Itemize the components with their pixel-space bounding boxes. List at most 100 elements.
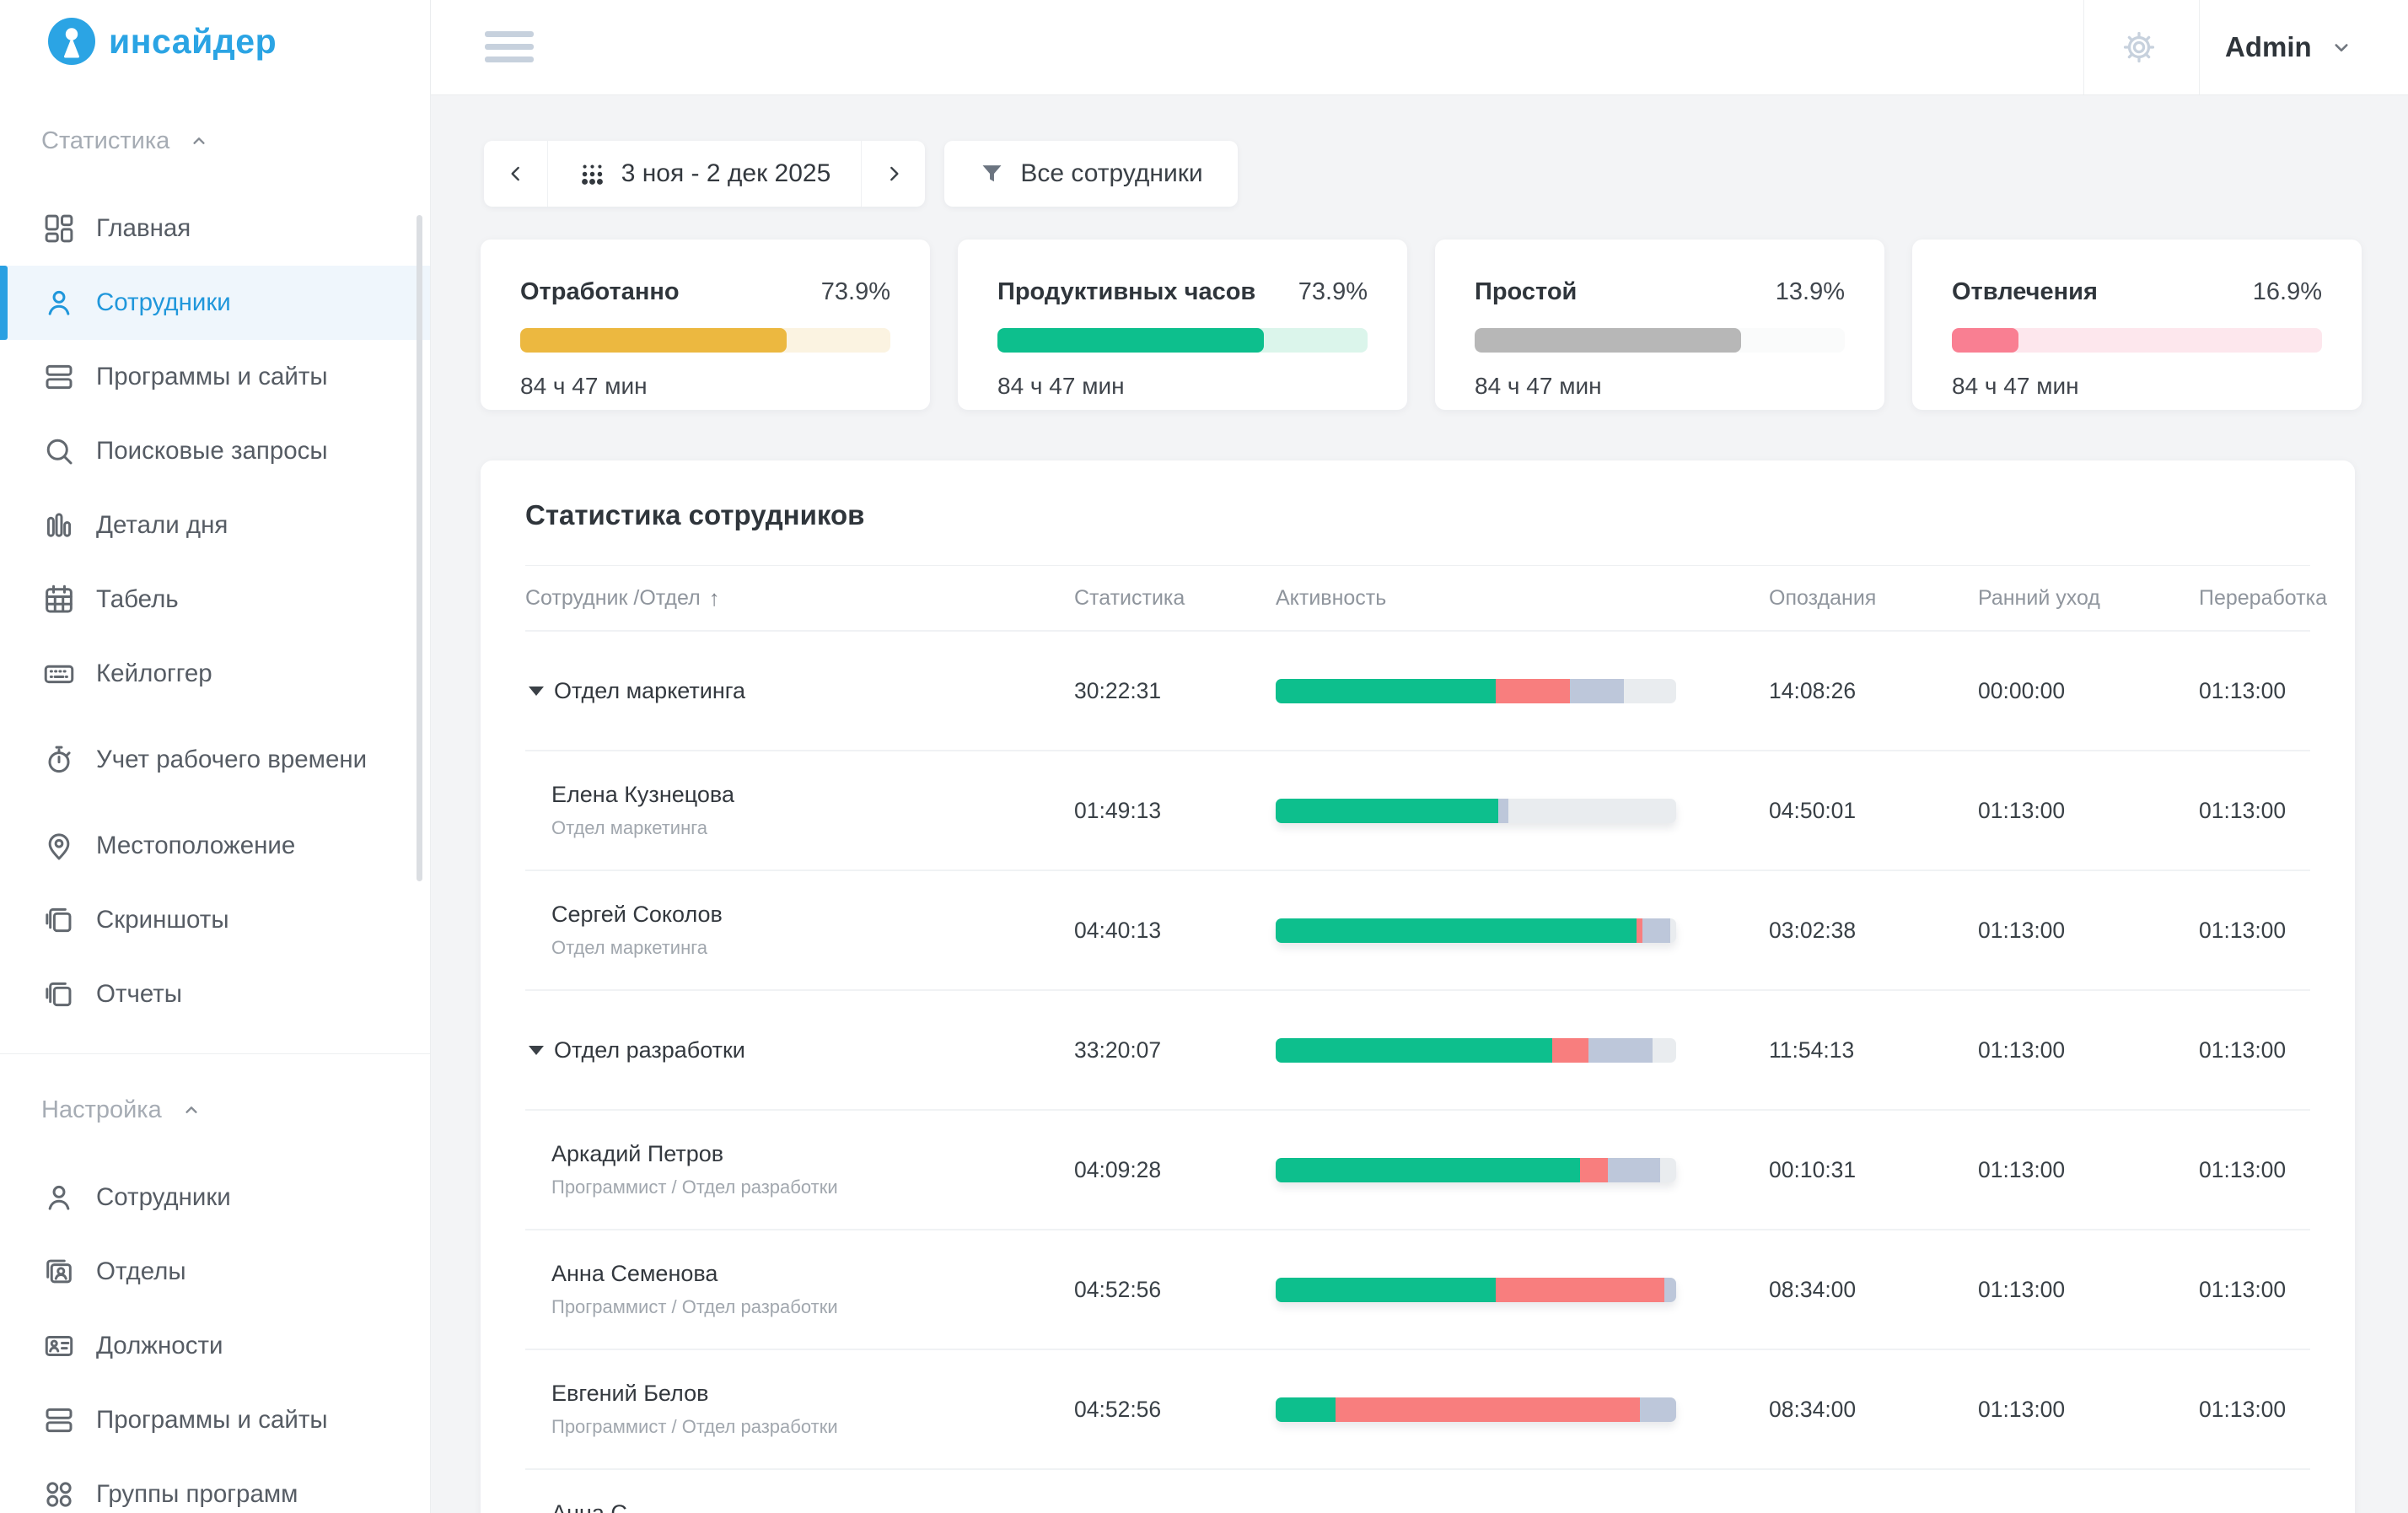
activity-bar [1276, 799, 1676, 823]
activity-bar [1276, 918, 1676, 943]
late-time: 03:02:38 [1769, 918, 1978, 944]
sidebar-item-отчеты[interactable]: Отчеты [0, 957, 430, 1031]
column-header-4: Ранний уход [1978, 586, 2199, 611]
table-header-row: Сотрудник /Отдел↑СтатистикаАктивностьОпо… [525, 565, 2310, 630]
filter-funnel-icon [979, 161, 1005, 187]
column-header-1: Статистика [1074, 586, 1276, 611]
chevron-up-icon [180, 1099, 202, 1121]
employee-row[interactable]: Аркадий ПетровПрограммист / Отдел разраб… [525, 1109, 2310, 1229]
sidebar-item-label: Отделы [96, 1257, 186, 1287]
column-header-0[interactable]: Сотрудник /Отдел↑ [525, 585, 1074, 611]
sidebar-item-label: Детали дня [96, 510, 228, 541]
topbar-divider [2083, 0, 2084, 94]
sidebar-item-учет-рабочего-времени[interactable]: Учет рабочего времени [0, 711, 430, 809]
sidebar-item-детали-дня[interactable]: Детали дня [0, 488, 430, 563]
sidebar-item-сотрудники[interactable]: Сотрудники [0, 1160, 430, 1235]
employee-filter-label: Все сотрудники [1020, 159, 1202, 188]
employee-row[interactable]: Анна СеменоваПрограммист / Отдел разрабо… [525, 1229, 2310, 1349]
early-leave-time: 01:13:00 [1978, 798, 2199, 824]
sidebar-item-label: Табель [96, 584, 179, 615]
late-time: 11:54:13 [1769, 1037, 1978, 1063]
sidebar-item-label: Учет рабочего времени [96, 745, 367, 775]
prev-period-button[interactable] [484, 141, 548, 207]
employee-row[interactable]: Елена КузнецоваОтдел маркетинга01:49:130… [525, 750, 2310, 870]
topbar-divider [2199, 0, 2200, 94]
sidebar-item-label: Сотрудники [96, 1182, 231, 1213]
overtime: 01:13:00 [2199, 1157, 2310, 1183]
sidebar-item-label: Сотрудники [96, 288, 231, 318]
sidebar-item-label: Группы программ [96, 1479, 298, 1510]
employee-filter-button[interactable]: Все сотрудники [944, 141, 1238, 207]
sidebar-divider [0, 1053, 430, 1054]
stat-card-percent: 13.9% [1776, 278, 1845, 306]
sidebar-item-label: Местоположение [96, 831, 295, 861]
employee-row[interactable]: Анна С [525, 1468, 2310, 1513]
topbar: Admin [431, 0, 2408, 95]
brand-logo[interactable]: инсайдер [47, 17, 277, 66]
sidebar-item-скриншоты[interactable]: Скриншоты [0, 883, 430, 957]
sidebar-item-главная[interactable]: Главная [0, 191, 430, 266]
employee-name: Евгений Белов [551, 1381, 1074, 1407]
sidebar-item-группы-программ[interactable]: Группы программ [0, 1457, 430, 1513]
late-time: 14:08:26 [1769, 678, 1978, 704]
table-title: Статистика сотрудников [525, 460, 2310, 531]
badge-icon [41, 1328, 77, 1364]
sidebar-item-должности[interactable]: Должности [0, 1309, 430, 1383]
brand-mark-icon [47, 17, 96, 66]
brand-name: инсайдер [109, 22, 277, 62]
column-header-5: Переработка [2199, 586, 2327, 611]
early-leave-time: 01:13:00 [1978, 1397, 2199, 1423]
sidebar-item-поисковые-запросы[interactable]: Поисковые запросы [0, 414, 430, 488]
sidebar-item-кейлоггер[interactable]: Кейлоггер [0, 637, 430, 711]
dashboard-icon [41, 211, 77, 246]
early-leave-time: 01:13:00 [1978, 918, 2199, 944]
early-leave-time: 01:13:00 [1978, 1157, 2199, 1183]
collapse-caret-icon[interactable] [529, 1046, 544, 1055]
stat-card: Отвлечения16.9%84 ч 47 мин [1912, 240, 2362, 410]
stat-card-value: 84 ч 47 мин [520, 373, 890, 400]
department-row[interactable]: Отдел маркетинга30:22:3114:08:2600:00:00… [525, 630, 2310, 750]
employee-row[interactable]: Евгений БеловПрограммист / Отдел разрабо… [525, 1349, 2310, 1468]
early-leave-time: 00:00:00 [1978, 678, 2199, 704]
sidebar-item-сотрудники[interactable]: Сотрудники [0, 266, 430, 340]
date-range-picker: 3 ноя - 2 дек 2025 [484, 141, 925, 207]
early-leave-time: 01:13:00 [1978, 1277, 2199, 1303]
sidebar-item-местоположение[interactable]: Местоположение [0, 809, 430, 883]
sidebar-section-label[interactable]: Статистика [0, 123, 430, 159]
stat-card: Отработанно73.9%84 ч 47 мин [481, 240, 930, 410]
location-pin-icon [41, 828, 77, 864]
employee-name: Анна Семенова [551, 1261, 1074, 1287]
settings-gear-button[interactable] [2120, 28, 2158, 67]
menu-toggle-button[interactable] [485, 31, 534, 62]
sidebar-item-label: Скриншоты [96, 905, 229, 935]
employee-row[interactable]: Сергей СоколовОтдел маркетинга04:40:1303… [525, 870, 2310, 989]
sidebar-section-label[interactable]: Настройка [0, 1092, 430, 1128]
user-menu[interactable]: Admin [2225, 0, 2354, 94]
date-range-display[interactable]: 3 ноя - 2 дек 2025 [548, 141, 861, 207]
sidebar-item-программы-и-сайты[interactable]: Программы и сайты [0, 340, 430, 414]
sidebar-item-отделы[interactable]: Отделы [0, 1235, 430, 1309]
sidebar-item-табель[interactable]: Табель [0, 563, 430, 637]
collapse-caret-icon[interactable] [529, 687, 544, 696]
id-card-icon [41, 1254, 77, 1290]
sidebar-scrollbar[interactable] [417, 215, 422, 881]
stat-card-percent: 16.9% [2253, 278, 2322, 306]
next-period-button[interactable] [861, 141, 925, 207]
late-time: 08:34:00 [1769, 1277, 1978, 1303]
app-groups-icon [41, 1477, 77, 1512]
stat-cards-row: Отработанно73.9%84 ч 47 минПродуктивных … [481, 240, 2362, 410]
column-header-2: Активность [1276, 586, 1769, 611]
stat-card-percent: 73.9% [821, 278, 890, 306]
employee-name: Аркадий Петров [551, 1141, 1074, 1167]
section-title: Статистика [41, 127, 169, 155]
employee-name: Анна С [551, 1500, 1074, 1513]
overtime: 01:13:00 [2199, 798, 2310, 824]
sidebar-item-программы-и-сайты[interactable]: Программы и сайты [0, 1383, 430, 1457]
stat-time: 04:52:56 [1074, 1277, 1276, 1303]
table-body: Отдел маркетинга30:22:3114:08:2600:00:00… [525, 630, 2310, 1513]
activity-bar [1276, 1397, 1676, 1422]
late-time: 08:34:00 [1769, 1397, 1978, 1423]
search-icon [41, 433, 77, 469]
department-row[interactable]: Отдел разработки33:20:0711:54:1301:13:00… [525, 989, 2310, 1109]
sidebar-item-label: Кейлоггер [96, 659, 212, 689]
